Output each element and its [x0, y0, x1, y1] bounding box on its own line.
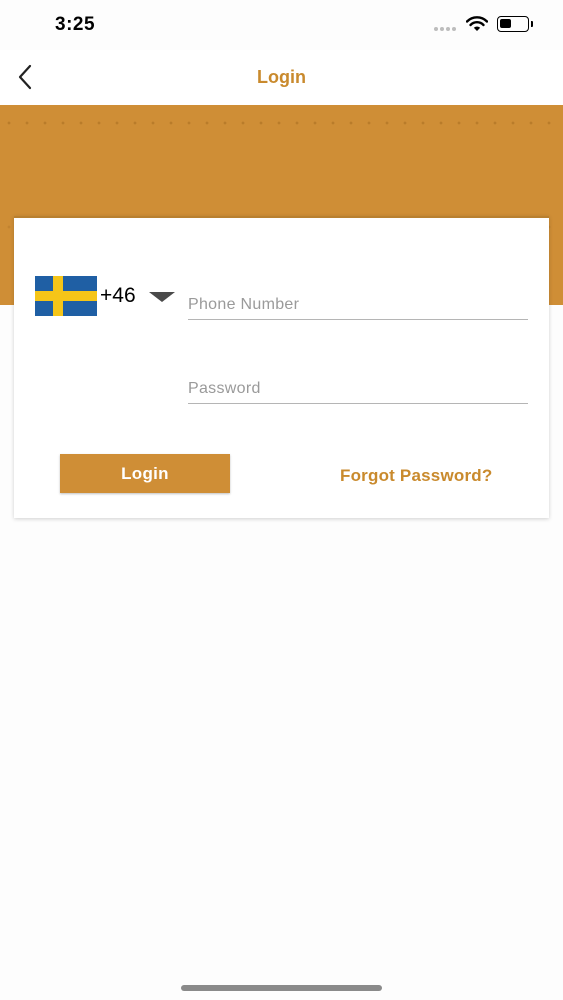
- cellular-signal-icon: [434, 27, 460, 31]
- home-indicator[interactable]: [181, 985, 382, 991]
- login-button[interactable]: Login: [60, 454, 230, 493]
- battery-level: [500, 19, 512, 28]
- dial-code: +46: [100, 284, 136, 307]
- password-input[interactable]: [188, 368, 528, 403]
- password-field: [188, 368, 528, 404]
- sweden-flag-icon: [35, 276, 97, 316]
- login-card: +46 Login Forgot Password?: [14, 216, 549, 518]
- wifi-icon: [466, 16, 488, 31]
- phone-number-input[interactable]: [188, 284, 528, 319]
- battery-icon: [497, 16, 529, 32]
- banner-pattern: [0, 119, 563, 127]
- login-screen: 3:25 Login +46 Phone Number Login Forgot…: [0, 0, 563, 1000]
- status-bar: 3:25: [0, 0, 563, 50]
- caret-down-icon: [149, 292, 175, 302]
- battery-cap: [531, 21, 533, 27]
- navigation-bar: Login: [0, 50, 563, 105]
- status-time: 3:25: [55, 14, 96, 35]
- page-title: Login: [257, 67, 306, 87]
- phone-field: [188, 284, 528, 320]
- forgot-password-link[interactable]: Forgot Password?: [340, 466, 492, 486]
- country-code-selector[interactable]: +46: [35, 276, 177, 316]
